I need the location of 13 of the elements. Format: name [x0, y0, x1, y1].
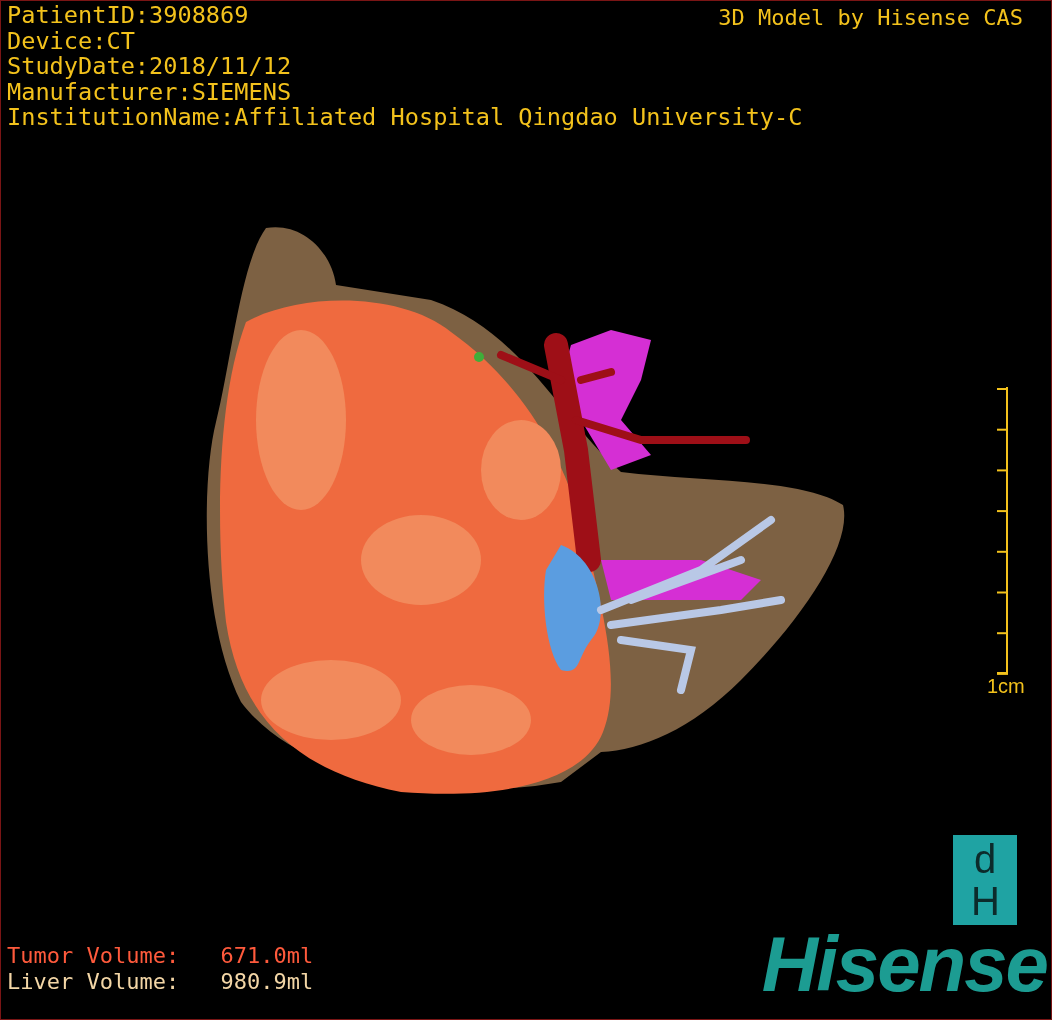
volume-value: 671.0ml [220, 943, 314, 968]
info-text: StudyDate:2018/11/12 [7, 54, 292, 80]
volume-value: 980.9ml [220, 969, 314, 994]
logo-wordmark: Hisense [761, 927, 1047, 1001]
info-text: PatientID:3908869 [7, 3, 249, 29]
scale-label: 1cm [987, 675, 1025, 698]
volume-label: Liver Volume: [7, 969, 180, 994]
info-text: Device:CT [7, 28, 135, 54]
info-text: Manufacturer:SIEMENS [7, 79, 292, 105]
viewer-title: 3D Model by Hisense CAS [718, 4, 1023, 32]
volume-label: Tumor Volume: [7, 943, 180, 968]
logo-mark: dH [953, 835, 1017, 925]
info-text: InstitutionName:Affiliated Hospital Qingdao University-C [7, 105, 803, 131]
